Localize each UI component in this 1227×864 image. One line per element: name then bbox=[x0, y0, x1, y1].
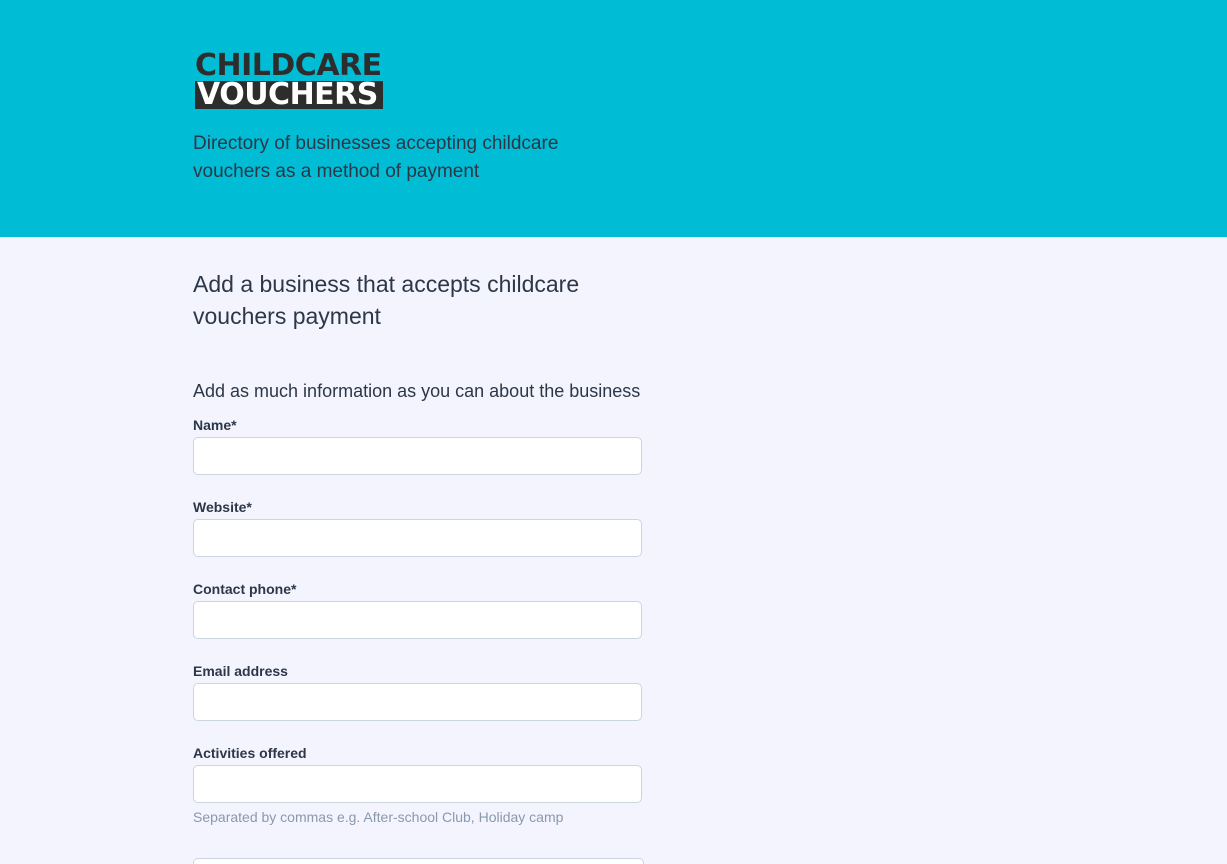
form-intro: Add as much information as you can about… bbox=[193, 381, 641, 401]
contact-phone-label: Contact phone* bbox=[193, 581, 297, 597]
page-title: Add a business that accepts childcare vo… bbox=[193, 271, 580, 329]
site-logo[interactable]: CHILDCARE VOUCHERS bbox=[195, 48, 383, 110]
email-input[interactable] bbox=[193, 683, 642, 721]
name-field-group: Name* bbox=[193, 417, 643, 475]
website-label: Website* bbox=[193, 499, 252, 515]
main-content: Add a business that accepts childcare vo… bbox=[193, 268, 643, 825]
logo-text-line1: CHILDCARE bbox=[195, 48, 382, 83]
logo-text-line2: VOUCHERS bbox=[195, 80, 383, 110]
site-header: CHILDCARE VOUCHERS Directory of business… bbox=[0, 0, 1227, 237]
email-field-group: Email address bbox=[193, 663, 643, 721]
next-field-input[interactable] bbox=[193, 858, 644, 864]
name-input[interactable] bbox=[193, 437, 642, 475]
website-input[interactable] bbox=[193, 519, 642, 557]
contact-phone-field-group: Contact phone* bbox=[193, 581, 643, 639]
activities-field-group: Activities offered Separated by commas e… bbox=[193, 745, 643, 825]
add-business-form: Name* Website* Contact phone* Email addr… bbox=[193, 417, 643, 825]
name-label: Name* bbox=[193, 417, 237, 433]
contact-phone-input[interactable] bbox=[193, 601, 642, 639]
activities-help-text: Separated by commas e.g. After-school Cl… bbox=[193, 809, 564, 825]
site-tagline: Directory of businesses accepting childc… bbox=[193, 133, 559, 182]
website-field-group: Website* bbox=[193, 499, 643, 557]
email-label: Email address bbox=[193, 663, 288, 679]
activities-input[interactable] bbox=[193, 765, 642, 803]
activities-label: Activities offered bbox=[193, 745, 307, 761]
